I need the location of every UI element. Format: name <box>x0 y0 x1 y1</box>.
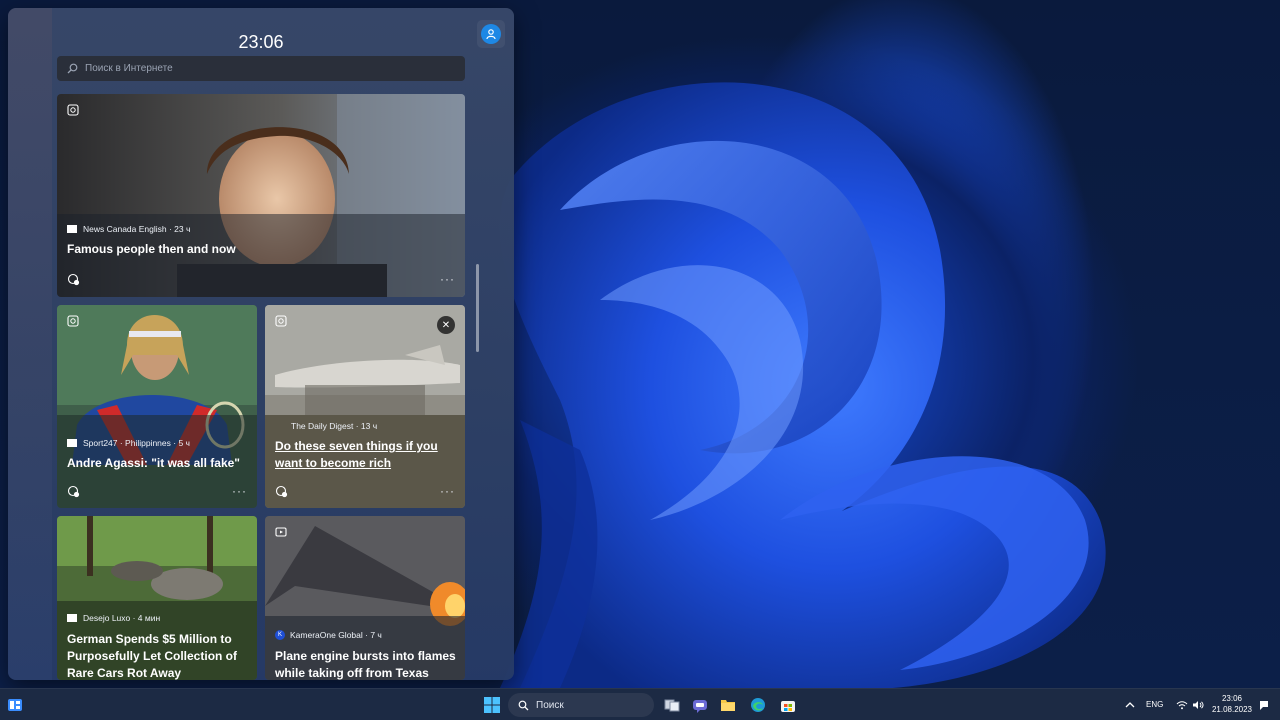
volume-icon <box>1193 701 1204 709</box>
card-headline[interactable]: Plane engine bursts into flames while ta… <box>275 648 456 680</box>
headline-line: Rare Cars Rot Away <box>67 666 182 680</box>
language-indicator[interactable]: ENG <box>1146 700 1163 709</box>
reaction-icon[interactable] <box>67 485 80 498</box>
card-source: The Daily Digest · 13 ч <box>275 421 377 431</box>
widgets-panel: 23:06 Поиск в Интернете News Canada Engl… <box>8 8 514 680</box>
taskbar: Поиск ENG 23:06 21.08.2023 <box>0 688 1280 720</box>
card-source: Sport247 · Philippinnes · 5 ч <box>67 438 190 448</box>
edge-icon <box>751 698 765 712</box>
card-source: K KameraOne Global · 7 ч <box>275 630 382 640</box>
card-source: Desejo Luxo · 4 мин <box>67 613 160 623</box>
more-options-button[interactable]: ··· <box>440 485 455 497</box>
card-headline[interactable]: German Spends $5 Million to Purposefully… <box>67 631 237 680</box>
task-view-icon <box>664 699 680 712</box>
store-icon <box>781 701 795 712</box>
profile-button[interactable] <box>477 20 505 48</box>
widgets-icon <box>8 699 22 711</box>
card-headline[interactable]: Do these seven things if you want to bec… <box>275 438 438 472</box>
source-label: KameraOne Global · 7 ч <box>290 630 382 640</box>
source-logo-icon: K <box>275 630 285 640</box>
widgets-clock: 23:06 <box>238 32 284 52</box>
volume-button[interactable] <box>1186 693 1210 717</box>
news-card[interactable]: ✕ The Daily Digest · 13 ч Do these seven… <box>265 305 465 508</box>
news-card[interactable]: K KameraOne Global · 7 ч Plane engine bu… <box>265 516 465 680</box>
source-logo-icon <box>67 225 77 233</box>
chevron-up-icon <box>1125 702 1135 708</box>
user-avatar-icon <box>481 24 501 44</box>
taskbar-time[interactable]: 23:06 <box>1212 694 1252 703</box>
search-icon <box>67 63 78 74</box>
source-label: The Daily Digest · 13 ч <box>291 421 378 431</box>
reaction-icon[interactable] <box>67 273 80 286</box>
notification-icon <box>1260 701 1268 710</box>
task-view-button[interactable] <box>660 693 684 717</box>
source-label: Desejo Luxo · 4 мин <box>83 613 161 623</box>
card-headline[interactable]: Famous people then and now <box>67 241 236 258</box>
video-badge-icon <box>275 527 287 537</box>
start-icon <box>484 697 500 713</box>
more-options-button[interactable]: ··· <box>232 485 247 497</box>
taskbar-search[interactable]: Поиск <box>508 693 654 717</box>
card-image <box>57 305 257 508</box>
store-button[interactable] <box>776 693 800 717</box>
widgets-button[interactable] <box>3 693 27 717</box>
card-headline[interactable]: Andre Agassi: "it was all fake" <box>67 455 240 472</box>
web-search-input[interactable] <box>83 62 447 75</box>
feed-scrollbar[interactable] <box>476 264 479 352</box>
search-icon <box>518 700 529 711</box>
taskbar-date[interactable]: 21.08.2023 <box>1208 705 1256 714</box>
gallery-badge-icon <box>275 315 287 327</box>
headline-line: while taking off from Texas <box>275 666 429 680</box>
edge-button[interactable] <box>746 693 770 717</box>
gallery-badge-icon <box>67 104 79 116</box>
web-search-box[interactable] <box>57 56 465 81</box>
news-card[interactable]: News Canada English · 23 ч Famous people… <box>57 94 465 297</box>
reaction-icon[interactable] <box>275 485 288 498</box>
headline-line: Do these seven things if you <box>275 439 438 453</box>
teams-chat-icon <box>693 700 707 713</box>
file-explorer-icon <box>721 700 735 711</box>
headline-line: want to become rich <box>275 456 392 470</box>
start-button[interactable] <box>480 693 504 717</box>
headline-line: Purposefully Let Collection of <box>67 649 238 663</box>
news-card[interactable]: Desejo Luxo · 4 мин German Spends $5 Mil… <box>57 516 257 680</box>
notifications-button[interactable] <box>1252 693 1276 717</box>
headline-line: Plane engine bursts into flames <box>275 649 456 663</box>
show-hidden-icons-button[interactable] <box>1118 693 1142 717</box>
file-explorer-button[interactable] <box>716 693 740 717</box>
taskbar-search-label: Поиск <box>536 699 564 711</box>
card-source: News Canada English · 23 ч <box>67 224 190 234</box>
panel-background-strip <box>8 8 52 680</box>
news-card[interactable]: Sport247 · Philippinnes · 5 ч Andre Agas… <box>57 305 257 508</box>
source-label: News Canada English · 23 ч <box>83 224 191 234</box>
teams-chat-button[interactable] <box>688 693 712 717</box>
source-logo-icon <box>67 439 77 447</box>
more-options-button[interactable]: ··· <box>440 273 455 285</box>
source-logo-icon <box>275 421 285 431</box>
card-image <box>57 94 465 297</box>
dismiss-card-button[interactable]: ✕ <box>437 316 455 334</box>
source-logo-icon <box>67 614 77 622</box>
gallery-badge-icon <box>67 315 79 327</box>
headline-line: German Spends $5 Million to <box>67 632 232 646</box>
source-label: Sport247 · Philippinnes · 5 ч <box>83 438 190 448</box>
card-image <box>265 305 465 508</box>
